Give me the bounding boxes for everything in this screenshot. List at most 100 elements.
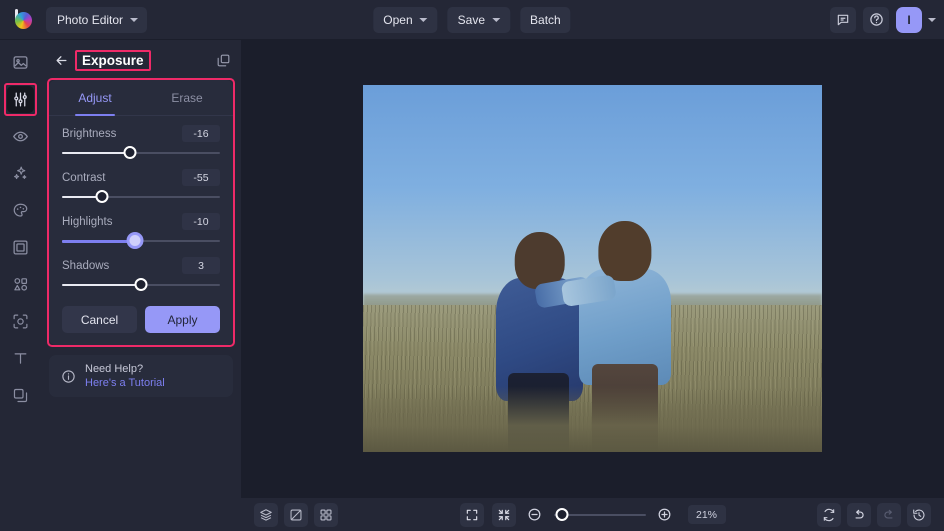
sidebar-item-retouch[interactable] — [7, 123, 34, 150]
sidebar-item-color[interactable] — [7, 197, 34, 224]
slider-shadows-track[interactable] — [62, 278, 220, 292]
actual-size-button[interactable] — [492, 503, 516, 527]
zoom-out-button[interactable] — [524, 504, 546, 526]
batch-button[interactable]: Batch — [520, 7, 571, 33]
cancel-button[interactable]: Cancel — [62, 306, 137, 333]
tab-erase[interactable]: Erase — [141, 80, 233, 115]
batch-label: Batch — [530, 13, 561, 27]
slider-brightness-knob[interactable] — [123, 146, 136, 159]
zoom-slider-knob[interactable] — [555, 508, 568, 521]
frame-icon — [12, 239, 29, 256]
save-label: Save — [458, 13, 485, 27]
sidebar-item-frame[interactable] — [7, 234, 34, 261]
sidebar-item-adjust[interactable] — [7, 86, 34, 113]
slider-highlights-track[interactable] — [62, 234, 220, 248]
save-button[interactable]: Save — [448, 7, 510, 33]
slider-brightness-track[interactable] — [62, 146, 220, 160]
help-button[interactable] — [863, 7, 889, 33]
cancel-label: Cancel — [81, 313, 118, 327]
undo-arrow-icon — [852, 508, 866, 522]
slider-brightness-value[interactable]: -16 — [182, 125, 220, 142]
grid-four-icon — [319, 508, 333, 522]
slider-contrast-value[interactable]: -55 — [182, 169, 220, 186]
slider-highlights-label: Highlights — [62, 216, 113, 228]
panel-action-buttons: Cancel Apply — [49, 292, 233, 333]
page-title: Exposure — [77, 51, 149, 70]
expand-corners-icon — [465, 508, 479, 522]
slider-contrast-track[interactable] — [62, 190, 220, 204]
copy-layers-icon — [216, 53, 231, 68]
chevron-down-icon[interactable] — [928, 18, 936, 22]
sidebar-item-cutout[interactable] — [7, 308, 34, 335]
compare-button[interactable] — [284, 503, 308, 527]
history-button[interactable] — [907, 503, 931, 527]
slider-brightness-label: Brightness — [62, 128, 116, 140]
open-label: Open — [383, 13, 412, 27]
open-button[interactable]: Open — [373, 7, 437, 33]
image-icon — [12, 54, 29, 71]
duplicate-layer-button[interactable] — [216, 53, 231, 68]
photo-person-right-head — [598, 221, 651, 281]
back-button[interactable] — [49, 48, 73, 72]
adjust-card: Adjust Erase Brightness -16 — [49, 80, 233, 345]
tab-adjust-label: Adjust — [78, 91, 111, 105]
tutorial-link[interactable]: Here's a Tutorial — [85, 376, 165, 390]
canvas-area[interactable] — [241, 40, 944, 497]
tool-rail — [0, 40, 41, 531]
avatar-initial: I — [907, 13, 910, 27]
layers-stack-icon — [259, 508, 273, 522]
clock-history-icon — [912, 508, 926, 522]
question-circle-icon — [869, 12, 884, 27]
feedback-button[interactable] — [830, 7, 856, 33]
zoom-slider[interactable] — [554, 508, 646, 522]
text-t-icon — [12, 350, 29, 367]
sidebar-item-image[interactable] — [7, 49, 34, 76]
layers-stack-icon — [12, 387, 29, 404]
slider-shadows-knob[interactable] — [135, 278, 148, 291]
panel-tabs: Adjust Erase — [49, 80, 233, 116]
tab-adjust[interactable]: Adjust — [49, 80, 141, 115]
slider-shadows: Shadows 3 — [49, 248, 233, 292]
grid-view-button[interactable] — [314, 503, 338, 527]
need-help-title: Need Help? — [85, 362, 165, 376]
photo-preview[interactable] — [363, 85, 822, 452]
sidebar-item-text[interactable] — [7, 345, 34, 372]
avatar[interactable]: I — [896, 7, 922, 33]
sidebar-item-layers[interactable] — [7, 382, 34, 409]
app-menu-label: Photo Editor — [57, 13, 123, 27]
bottom-toolbar: 21% — [241, 497, 944, 531]
slider-contrast-knob[interactable] — [95, 190, 108, 203]
slider-highlights-knob[interactable] — [126, 232, 143, 249]
color-wheel-logo-icon — [8, 6, 36, 34]
redo-button[interactable] — [877, 503, 901, 527]
collapse-corners-icon — [497, 508, 511, 522]
slider-brightness-row: Brightness -16 — [62, 125, 220, 142]
undo-button[interactable] — [847, 503, 871, 527]
sidebar-item-effects[interactable] — [7, 160, 34, 187]
sparkles-icon — [12, 165, 29, 182]
need-help-card[interactable]: Need Help? Here's a Tutorial — [49, 355, 233, 397]
bottom-right-group — [817, 503, 931, 527]
sidebar-item-shapes[interactable] — [7, 271, 34, 298]
info-circle-icon — [61, 369, 76, 384]
layers-button[interactable] — [254, 503, 278, 527]
zoom-level-value[interactable]: 21% — [688, 505, 726, 524]
zoom-controls-group: 21% — [460, 503, 726, 527]
app-menu-button[interactable]: Photo Editor — [46, 7, 147, 33]
zoom-in-button[interactable] — [654, 504, 676, 526]
slider-brightness: Brightness -16 — [49, 116, 233, 160]
slider-highlights: Highlights -10 — [49, 204, 233, 248]
sliders-icon — [12, 91, 29, 108]
apply-button[interactable]: Apply — [145, 306, 220, 333]
panel-header: Exposure — [41, 40, 241, 80]
tab-erase-label: Erase — [171, 91, 202, 105]
apply-label: Apply — [167, 313, 197, 327]
slider-shadows-value[interactable]: 3 — [182, 257, 220, 274]
slider-contrast-row: Contrast -55 — [62, 169, 220, 186]
eye-icon — [12, 128, 29, 145]
chat-bubble-icon — [836, 13, 850, 27]
slider-highlights-value[interactable]: -10 — [182, 213, 220, 230]
fit-to-screen-button[interactable] — [460, 503, 484, 527]
reset-button[interactable] — [817, 503, 841, 527]
track-fill — [62, 240, 135, 243]
